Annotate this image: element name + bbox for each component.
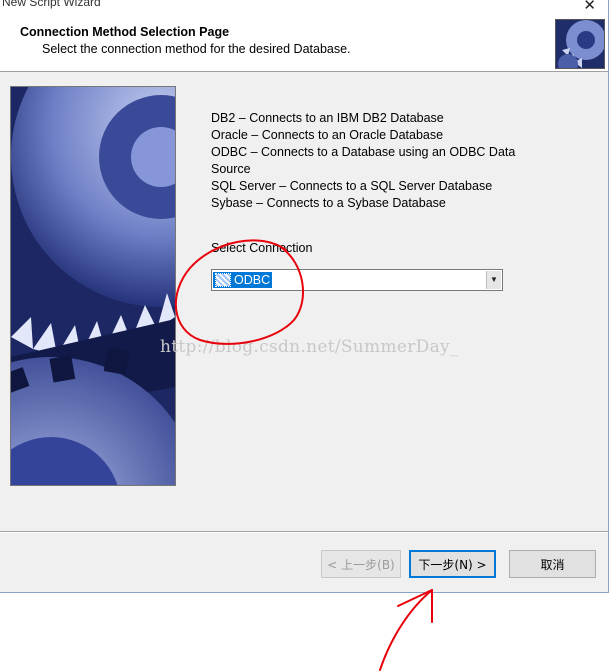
select-connection-label: Select Connection [211, 241, 313, 255]
gears-icon [555, 19, 605, 69]
close-icon[interactable]: ✕ [583, 0, 596, 12]
next-button[interactable]: 下一步(N) > [409, 550, 496, 578]
desc-odbc-cont: Source [211, 162, 251, 176]
window-title: New Script Wizard [2, 0, 101, 9]
desc-odbc: ODBC – Connects to a Database using an O… [211, 145, 516, 159]
connection-descriptions: DB2 – Connects to an IBM DB2 Database Or… [211, 110, 541, 212]
back-button[interactable]: < 上一步(B) [321, 550, 401, 578]
connection-type-icon [215, 273, 231, 287]
watermark-text: http://blog.csdn.net/SummerDay_ [160, 337, 459, 357]
title-bar: New Script Wizard ✕ [0, 0, 608, 12]
desc-db2: DB2 – Connects to an IBM DB2 Database [211, 111, 444, 125]
desc-sqlserver: SQL Server – Connects to a SQL Server Da… [211, 179, 493, 193]
page-subtitle: Select the connection method for the des… [42, 42, 351, 56]
connection-selected-text: ODBC [234, 273, 271, 287]
desc-oracle: Oracle – Connects to an Oracle Database [211, 128, 444, 142]
page-title: Connection Method Selection Page [20, 25, 230, 39]
wizard-header: Connection Method Selection Page Select … [0, 12, 608, 72]
desc-sybase: Sybase – Connects to a Sybase Database [211, 196, 446, 210]
connection-select[interactable]: ODBC ▼ [211, 269, 503, 291]
wizard-side-image [10, 86, 176, 486]
footer-divider [0, 531, 608, 533]
connection-selected-value: ODBC [213, 272, 273, 288]
cancel-button[interactable]: 取消 [509, 550, 596, 578]
chevron-down-icon[interactable]: ▼ [486, 271, 501, 289]
wizard-dialog: New Script Wizard ✕ Connection Method Se… [0, 0, 609, 593]
